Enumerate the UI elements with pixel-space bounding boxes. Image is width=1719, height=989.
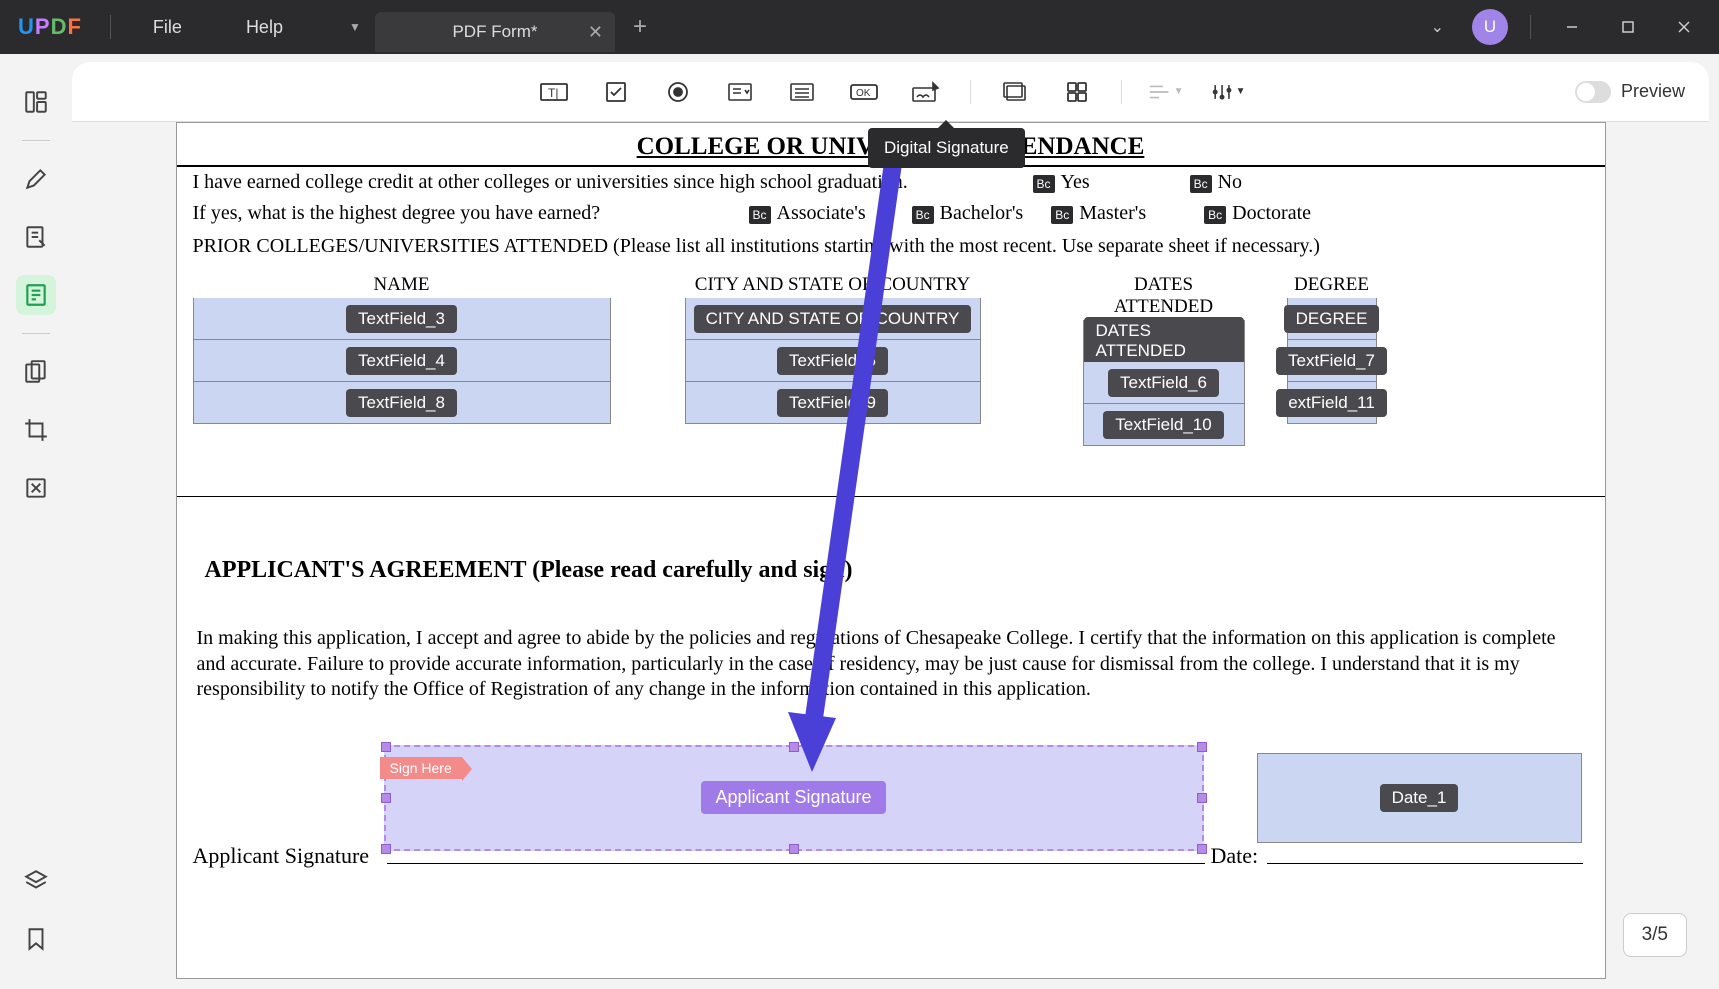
checkbox-field[interactable]: Bc	[1033, 175, 1055, 193]
tab-title: PDF Form*	[452, 22, 537, 42]
button-tool-icon[interactable]: OK	[846, 74, 882, 110]
layers-icon[interactable]	[16, 861, 56, 901]
college-table: NAME TextField_3 TextField_4 TextField_8…	[177, 264, 1605, 456]
svg-text:T|: T|	[548, 86, 558, 100]
organize-icon[interactable]	[16, 352, 56, 392]
separator	[970, 80, 971, 104]
credit-row: I have earned college credit at other co…	[177, 167, 1605, 198]
tooltip: Digital Signature	[868, 128, 1025, 168]
sign-here-tag: Sign Here	[380, 757, 462, 779]
edit-icon[interactable]	[16, 217, 56, 257]
prior-text: PRIOR COLLEGES/UNIVERSITIES ATTENDED (Pl…	[177, 229, 1605, 264]
text-field[interactable]: TextField_3	[193, 298, 611, 340]
separator	[1530, 15, 1531, 39]
checkbox-field[interactable]: Bc	[1051, 206, 1073, 224]
thumbnails-icon[interactable]	[16, 82, 56, 122]
maximize-button[interactable]	[1603, 7, 1653, 47]
text-field[interactable]: DATES ATTENDED	[1083, 320, 1245, 362]
text-field-tool-icon[interactable]: T|	[536, 74, 572, 110]
toggle-pill[interactable]	[1575, 81, 1611, 103]
col-header-dates: DATES ATTENDED	[1083, 274, 1245, 318]
redact-icon[interactable]	[16, 468, 56, 508]
tab-add-icon[interactable]: +	[615, 13, 665, 41]
page-indicator[interactable]: 3/5	[1623, 913, 1687, 957]
sidebar	[0, 62, 72, 979]
document-tab[interactable]: PDF Form* ✕	[375, 12, 615, 52]
col-header-name: NAME	[374, 274, 430, 296]
comment-icon[interactable]	[16, 159, 56, 199]
grid-tool-icon[interactable]	[1059, 74, 1095, 110]
separator	[110, 15, 111, 39]
checkbox-field[interactable]: Bc	[912, 206, 934, 224]
text-field[interactable]: TextField_8	[193, 382, 611, 424]
text-field[interactable]: CITY AND STATE OR COUNTRY	[685, 298, 981, 340]
text-field[interactable]: TextField_10	[1083, 404, 1245, 446]
signature-label: Applicant Signature	[193, 843, 370, 869]
signature-field-selected[interactable]: Sign Here Applicant Signature	[384, 745, 1204, 851]
minimize-button[interactable]	[1547, 7, 1597, 47]
image-tool-icon[interactable]	[997, 74, 1033, 110]
main-panel: T| OK ▼ ▼ Preview Digital Signature COLL…	[72, 62, 1709, 979]
menu-file[interactable]: File	[121, 17, 214, 38]
divider	[22, 333, 50, 334]
close-button[interactable]	[1659, 7, 1709, 47]
date-label: Date:	[1211, 843, 1259, 869]
preview-label: Preview	[1621, 81, 1685, 102]
bookmark-icon[interactable]	[16, 919, 56, 959]
tools-settings-icon[interactable]: ▼	[1210, 74, 1246, 110]
text-field[interactable]: TextField_7	[1287, 340, 1377, 382]
signature-field-label: Applicant Signature	[701, 781, 885, 814]
date-line	[1267, 863, 1583, 864]
app-logo: UPDF	[0, 14, 100, 40]
agreement-title: APPLICANT'S AGREEMENT (Please read caref…	[177, 497, 1605, 602]
text-field[interactable]: TextField_4	[193, 340, 611, 382]
checkbox-field[interactable]: Bc	[749, 206, 771, 224]
signature-line	[387, 863, 1205, 864]
tab-area: ▼ PDF Form* ✕ +	[335, 0, 665, 54]
tab-dropdown-icon[interactable]: ▼	[335, 7, 375, 47]
tab-close-icon[interactable]: ✕	[588, 22, 603, 43]
separator	[1121, 80, 1122, 104]
dropdown-tool-icon[interactable]	[722, 74, 758, 110]
col-header-city: CITY AND STATE OR COUNTRY	[695, 274, 970, 296]
content-wrap: T| OK ▼ ▼ Preview Digital Signature COLL…	[0, 54, 1719, 989]
agreement-body: In making this application, I accept and…	[177, 602, 1605, 703]
checkbox-tool-icon[interactable]	[598, 74, 634, 110]
user-avatar[interactable]: U	[1472, 9, 1508, 45]
document-viewport[interactable]: COLLEGE OR UNIVERSITY ATTENDANCE I have …	[72, 122, 1709, 979]
titlebar-right: ⌄ U	[1415, 7, 1719, 47]
align-tool-icon[interactable]: ▼	[1148, 74, 1184, 110]
text-field[interactable]: extField_11	[1287, 382, 1377, 424]
date-field[interactable]: Date_1	[1257, 753, 1582, 843]
text-field[interactable]: TextField_6	[1083, 362, 1245, 404]
digital-signature-tool-icon[interactable]	[908, 74, 944, 110]
crop-icon[interactable]	[16, 410, 56, 450]
chevron-down-icon[interactable]: ⌄	[1415, 17, 1460, 37]
svg-text:OK: OK	[856, 88, 871, 99]
checkbox-field[interactable]: Bc	[1190, 175, 1212, 193]
titlebar: UPDF File Help ▼ PDF Form* ✕ + ⌄ U	[0, 0, 1719, 54]
menu-help[interactable]: Help	[214, 17, 315, 38]
divider	[22, 140, 50, 141]
form-icon[interactable]	[16, 275, 56, 315]
radio-tool-icon[interactable]	[660, 74, 696, 110]
text-field[interactable]: DEGREE	[1287, 298, 1377, 340]
checkbox-field[interactable]: Bc	[1204, 206, 1226, 224]
preview-toggle[interactable]: Preview	[1575, 81, 1685, 103]
degree-row: If yes, what is the highest degree you h…	[177, 198, 1605, 229]
degree-question: If yes, what is the highest degree you h…	[193, 202, 749, 225]
col-header-degree: DEGREE	[1294, 274, 1369, 296]
text-field[interactable]: TextField_9	[685, 382, 981, 424]
listbox-tool-icon[interactable]	[784, 74, 820, 110]
pdf-page: COLLEGE OR UNIVERSITY ATTENDANCE I have …	[176, 122, 1606, 979]
text-field[interactable]: TextField_5	[685, 340, 981, 382]
form-toolbar: T| OK ▼ ▼ Preview	[72, 62, 1709, 122]
credit-text: I have earned college credit at other co…	[193, 171, 993, 194]
